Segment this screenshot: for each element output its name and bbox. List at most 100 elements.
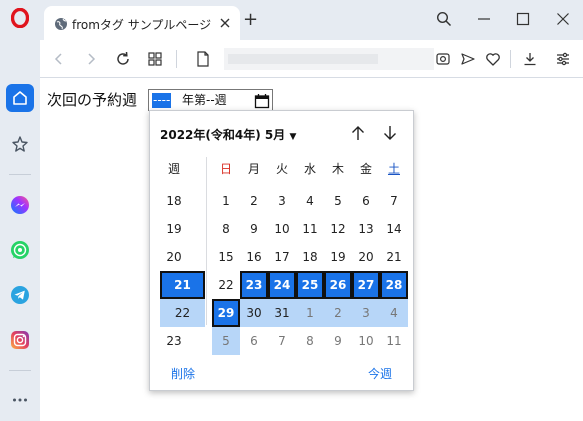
day-cell[interactable]: 29 [212,299,240,327]
day-cell[interactable]: 1 [296,299,324,327]
week-number-cell[interactable]: 23 [160,327,188,355]
day-cell[interactable]: 5 [212,327,240,355]
calendar-icon[interactable] [254,93,270,109]
back-icon[interactable] [48,48,70,70]
weekday-header-cell: 水 [303,162,316,176]
this-week-button[interactable]: 今週 [368,365,392,382]
day-cell[interactable]: 27 [352,271,380,299]
day-cell[interactable]: 16 [240,243,268,271]
tab-title: fromタグ サンプルページ [72,18,212,32]
whatsapp-icon[interactable] [6,236,34,264]
address-bar[interactable] [224,48,434,70]
day-cell[interactable]: 11 [296,215,324,243]
weekday-header-cell: 月 [247,162,260,176]
week-number-cell[interactable]: 18 [160,187,188,215]
more-icon[interactable] [6,386,34,414]
week-number-cell[interactable]: 21 [160,271,205,299]
day-cell[interactable]: 10 [268,215,296,243]
day-cell[interactable]: 2 [324,299,352,327]
tab-strip: fromタグ サンプルページ + [40,0,583,40]
browser-tab[interactable]: fromタグ サンプルページ [44,6,240,40]
day-cell[interactable]: 25 [296,271,324,299]
day-cell[interactable]: 20 [352,243,380,271]
weekday-header-cell: 木 [331,162,344,176]
day-cell[interactable]: 4 [296,187,324,215]
day-cell[interactable]: 6 [240,327,268,355]
minimize-icon[interactable] [473,8,495,30]
maximize-icon[interactable] [512,8,534,30]
download-icon[interactable] [519,48,541,70]
week-number-cell[interactable]: 20 [160,243,188,271]
week-number-cell[interactable]: 22 [160,299,205,327]
day-cell[interactable]: 5 [324,187,352,215]
weekday-header: 週日月火水木金土 [160,159,406,179]
week-segment[interactable]: 年第--週 [182,93,227,108]
day-cell[interactable]: 18 [296,243,324,271]
dropdown-arrow-icon: ▼ [289,132,297,142]
day-cell[interactable]: 24 [268,271,296,299]
speed-dial-icon[interactable] [144,48,166,70]
close-window-icon[interactable] [552,8,574,30]
day-cell[interactable]: 8 [296,327,324,355]
pinboards-icon[interactable] [6,130,34,158]
day-cell[interactable]: 17 [268,243,296,271]
address-text-blurred [228,54,378,64]
day-cell[interactable]: 15 [212,243,240,271]
reload-icon[interactable] [112,48,134,70]
day-cell[interactable]: 9 [324,327,352,355]
tab-close-icon[interactable] [218,15,232,34]
year-segment[interactable]: ---- [152,93,172,108]
messenger-icon[interactable] [6,191,34,219]
day-cell[interactable]: 14 [380,215,408,243]
easy-setup-icon[interactable] [552,48,574,70]
browser-sidebar [0,0,40,421]
telegram-icon[interactable] [6,281,34,309]
day-cell[interactable]: 12 [324,215,352,243]
day-cell[interactable]: 8 [212,215,240,243]
week-number-cell[interactable]: 19 [160,215,188,243]
day-cell[interactable]: 28 [380,271,408,299]
day-cell[interactable]: 30 [240,299,268,327]
day-cell[interactable]: 23 [240,271,268,299]
forward-icon[interactable] [80,48,102,70]
day-cell[interactable]: 1 [212,187,240,215]
opera-logo-icon[interactable] [6,4,34,32]
week-column-header: 週 [167,162,180,176]
day-cell[interactable]: 2 [240,187,268,215]
toolbar [40,40,583,78]
send-icon[interactable] [457,48,479,70]
home-icon[interactable] [6,84,34,112]
sidebar-divider [9,174,31,175]
weekday-header-cell: 火 [275,162,288,176]
day-cell[interactable]: 7 [380,187,408,215]
day-cell[interactable]: 10 [352,327,380,355]
weekday-header-cell: 日 [219,162,232,176]
day-cell[interactable]: 6 [352,187,380,215]
day-cell[interactable]: 3 [352,299,380,327]
heart-icon[interactable] [482,48,504,70]
day-cell[interactable]: 4 [380,299,408,327]
day-cell[interactable]: 11 [380,327,408,355]
day-cell[interactable]: 3 [268,187,296,215]
week-input[interactable]: ---- 年第--週 [148,89,273,111]
previous-month-icon[interactable] [348,123,368,143]
day-cell[interactable]: 9 [240,215,268,243]
search-tabs-icon[interactable] [433,8,455,30]
next-month-icon[interactable] [380,123,400,143]
day-cell[interactable]: 22 [212,271,240,299]
week-picker-popup: 2022年(令和4年) 5月 ▼ 週日月火水木金土 18 1 2 3 4 5 6 7 19 8 9 1… [149,110,414,391]
weekday-header-cell: 金 [359,162,372,176]
field-label: 次回の予約週 [47,91,138,109]
toolbar-divider [510,50,511,68]
day-cell[interactable]: 31 [268,299,296,327]
instagram-icon[interactable] [6,326,34,354]
day-cell[interactable]: 21 [380,243,408,271]
new-tab-button[interactable]: + [243,11,258,29]
day-cell[interactable]: 13 [352,215,380,243]
month-year-selector[interactable]: 2022年(令和4年) 5月 ▼ [160,126,296,143]
day-cell[interactable]: 26 [324,271,352,299]
day-cell[interactable]: 19 [324,243,352,271]
clear-button[interactable]: 削除 [171,365,195,382]
snapshot-icon[interactable] [432,48,454,70]
day-cell[interactable]: 7 [268,327,296,355]
